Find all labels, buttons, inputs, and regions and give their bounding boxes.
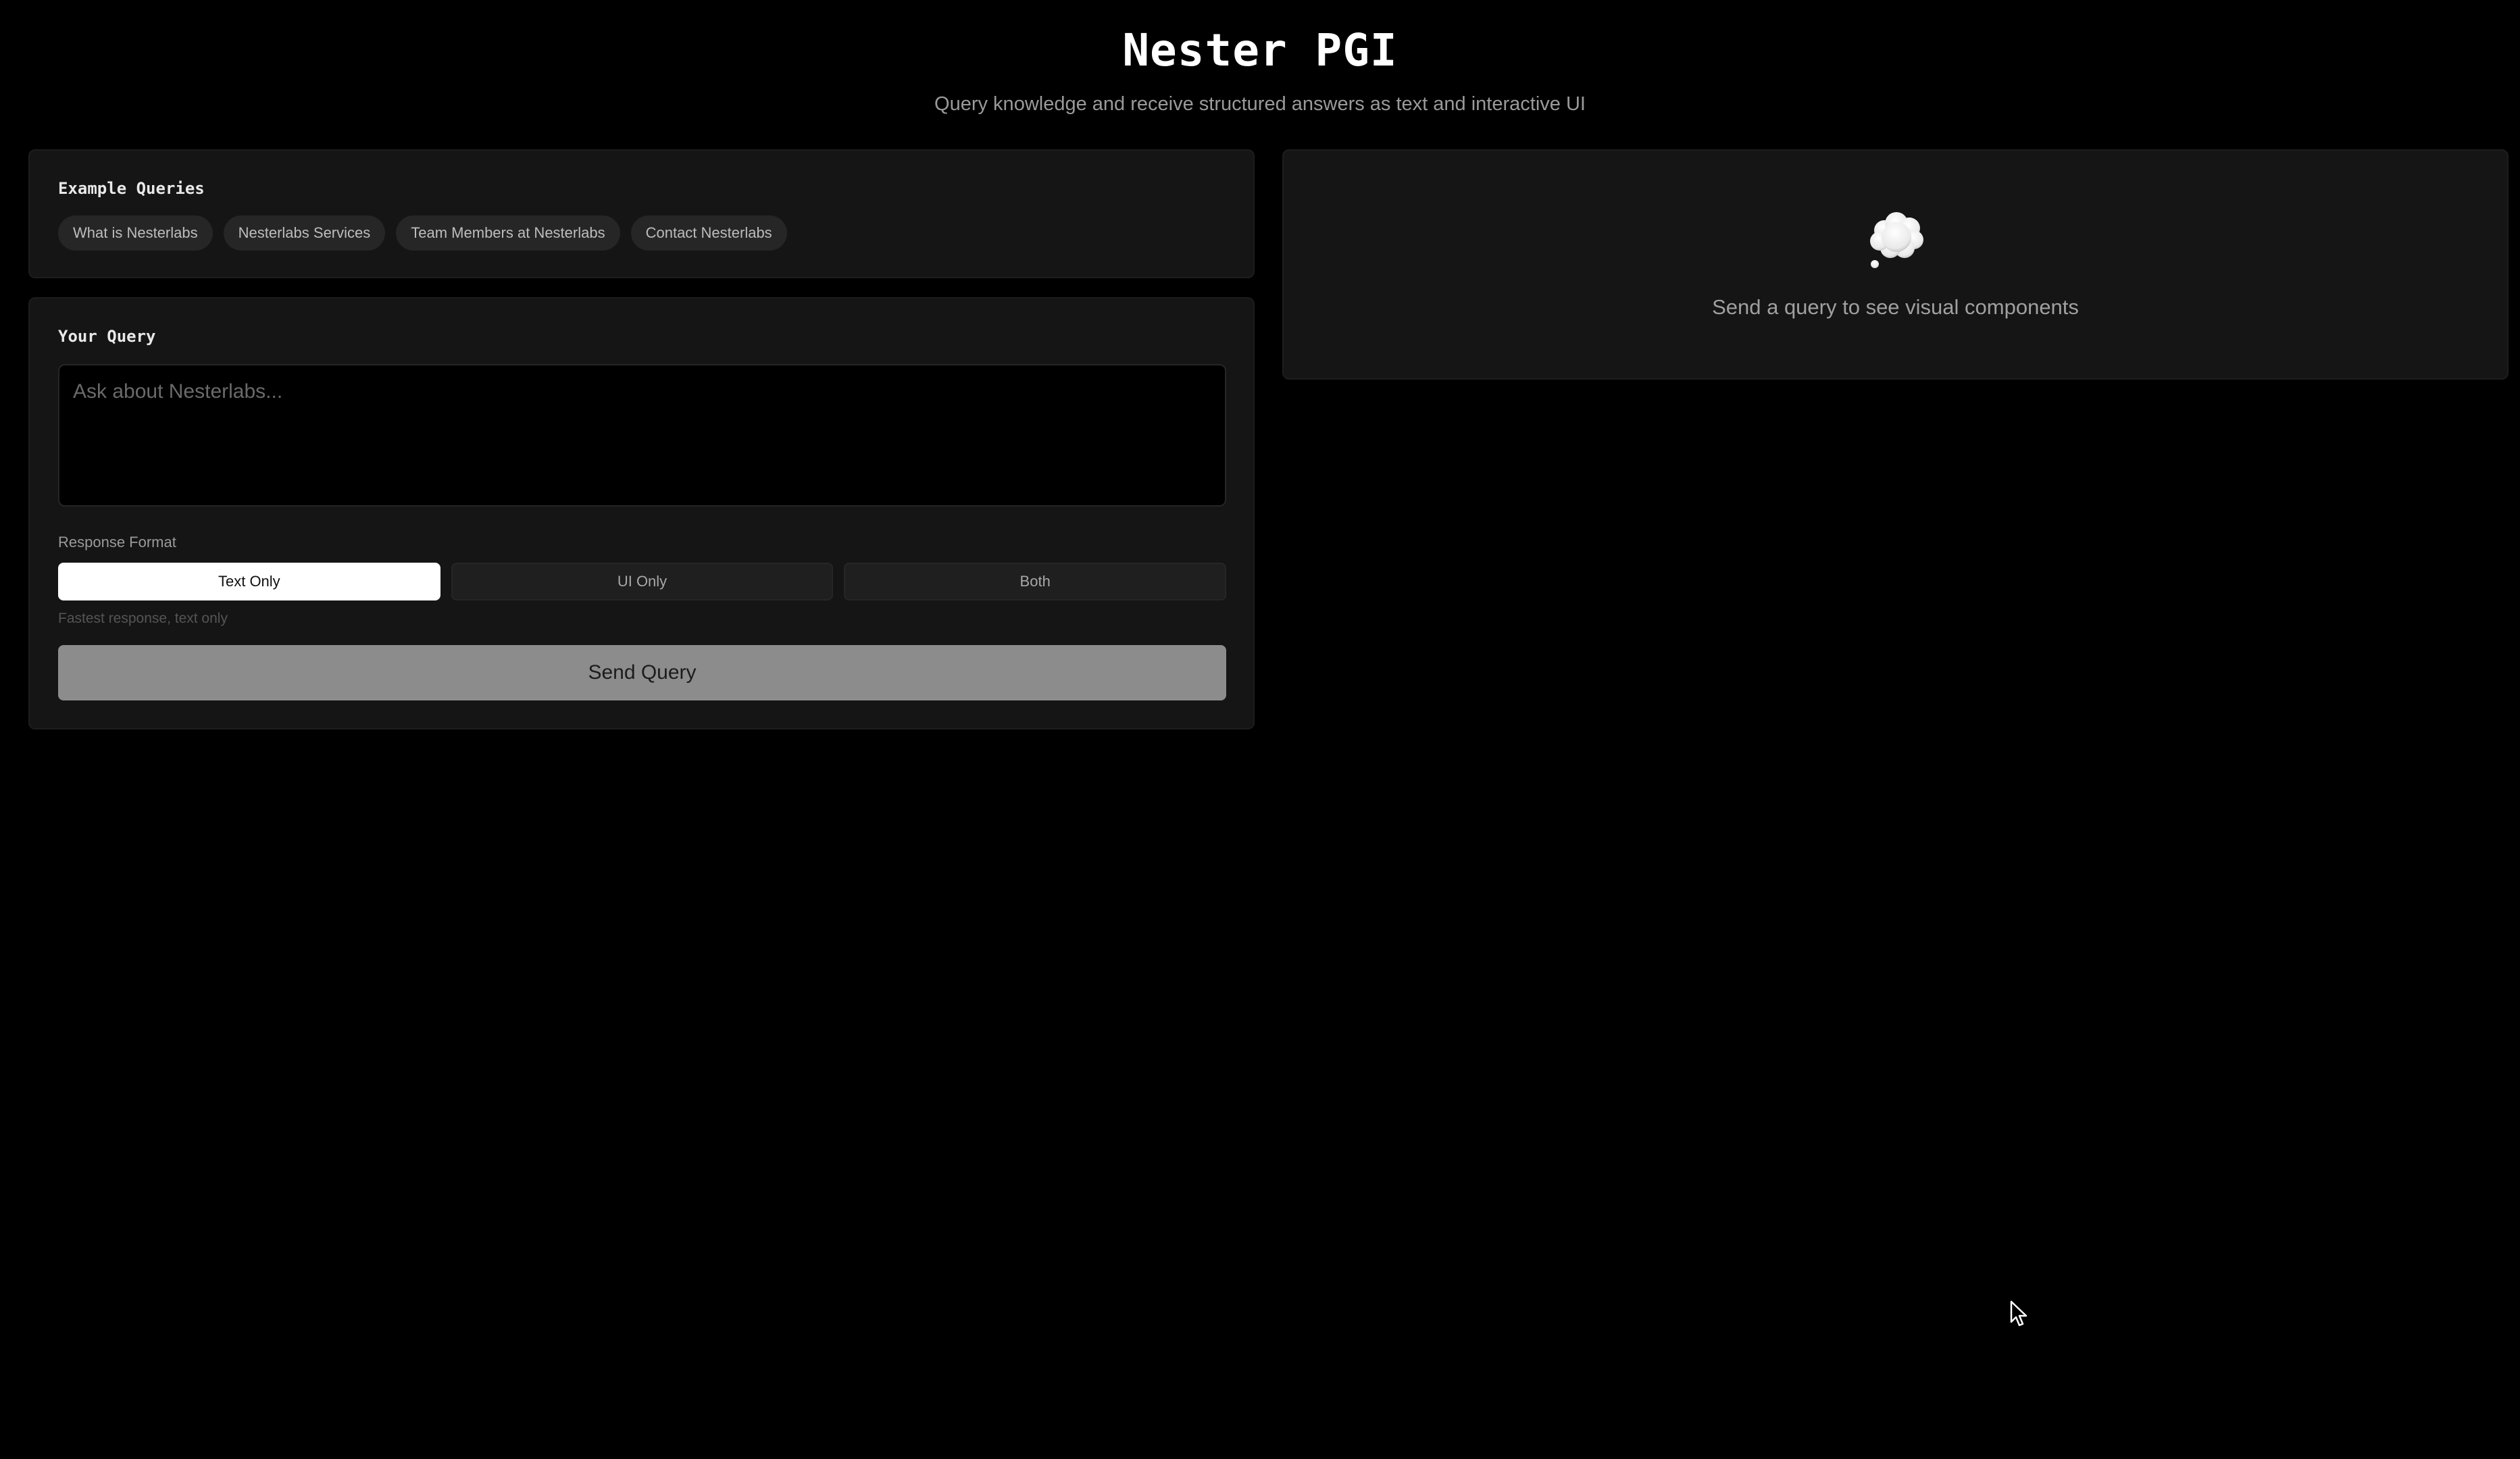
example-chips: What is Nesterlabs Nesterlabs Services T… bbox=[58, 215, 787, 251]
query-input[interactable] bbox=[58, 364, 1226, 507]
query-card: Your Query Response Format Text Only UI … bbox=[28, 297, 1255, 730]
format-ui-only-button[interactable]: UI Only bbox=[451, 563, 834, 600]
send-query-button[interactable]: Send Query bbox=[58, 645, 1226, 700]
example-queries-heading: Example Queries bbox=[58, 179, 205, 198]
thought-bubble-icon bbox=[1870, 212, 1923, 268]
example-chip-contact[interactable]: Contact Nesterlabs bbox=[630, 215, 787, 251]
page-title: Nester PGI bbox=[1122, 24, 1398, 76]
response-format-selector: Text Only UI Only Both bbox=[58, 563, 1227, 600]
app-page: Nester PGI Query knowledge and receive s… bbox=[0, 0, 2520, 1459]
example-chip-what-is[interactable]: What is Nesterlabs bbox=[58, 215, 213, 251]
mouse-cursor-icon bbox=[2010, 1300, 2027, 1327]
format-hint: Fastest response, text only bbox=[58, 611, 228, 626]
example-chip-services[interactable]: Nesterlabs Services bbox=[223, 215, 386, 251]
visual-placeholder-text: Send a query to see visual components bbox=[1712, 295, 2079, 319]
your-query-heading: Your Query bbox=[58, 327, 156, 346]
response-format-label: Response Format bbox=[58, 534, 176, 551]
example-queries-card: Example Queries What is Nesterlabs Neste… bbox=[28, 149, 1255, 278]
visual-components-panel: Send a query to see visual components bbox=[1282, 149, 2509, 380]
page-header: Nester PGI Query knowledge and receive s… bbox=[0, 24, 2520, 118]
page-subtitle: Query knowledge and receive structured a… bbox=[934, 93, 1586, 115]
format-text-only-button[interactable]: Text Only bbox=[58, 563, 440, 600]
example-chip-team[interactable]: Team Members at Nesterlabs bbox=[396, 215, 620, 251]
format-both-button[interactable]: Both bbox=[844, 563, 1227, 600]
